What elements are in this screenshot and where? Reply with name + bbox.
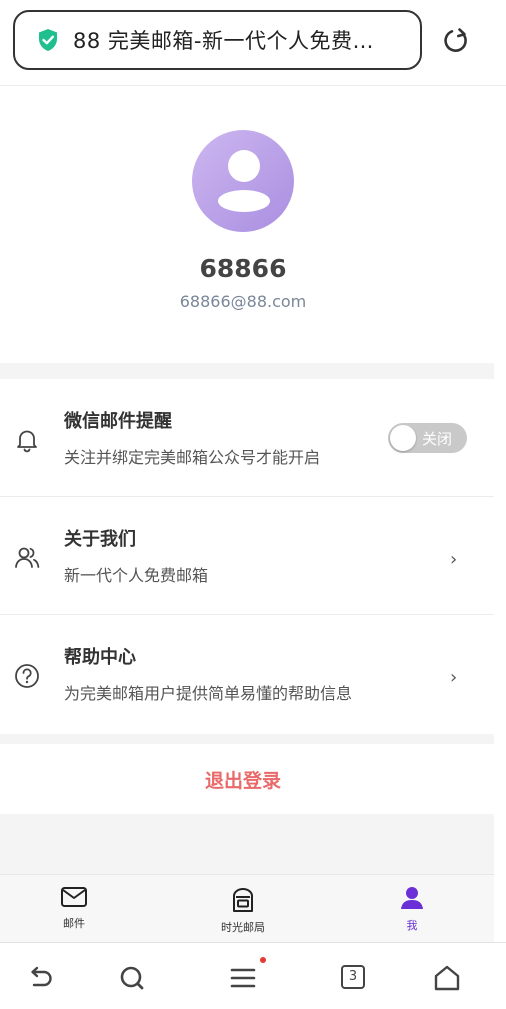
avatar[interactable] — [192, 130, 294, 232]
username: 68866 — [199, 254, 287, 283]
notification-dot — [260, 957, 266, 963]
mailbox-icon — [233, 888, 253, 912]
user-email: 68866@88.com — [179, 292, 307, 311]
profile-section: 68866 68866@88.com — [0, 87, 494, 377]
settings-list: 微信邮件提醒 关注并绑定完美邮箱公众号才能开启 关闭 关于我们 新一代个人免费邮… — [0, 379, 494, 733]
chevron-right-icon: › — [450, 667, 458, 688]
settings-item-title: 微信邮件提醒 — [64, 411, 172, 432]
settings-item-title: 关于我们 — [64, 529, 136, 550]
settings-item-wechat-reminder[interactable]: 微信邮件提醒 关注并绑定完美邮箱公众号才能开启 关闭 — [0, 379, 494, 497]
address-bar[interactable]: 88 完美邮箱-新一代个人免费… — [13, 10, 422, 70]
menu-icon[interactable] — [228, 963, 260, 993]
bell-icon — [17, 430, 37, 453]
reload-icon[interactable] — [441, 26, 471, 56]
browser-top-bar: 88 完美邮箱-新一代个人免费… — [0, 0, 506, 86]
settings-item-desc: 新一代个人免费邮箱 — [64, 566, 209, 585]
empty-area — [0, 814, 494, 874]
settings-item-desc: 关注并绑定完美邮箱公众号才能开启 — [64, 448, 321, 467]
wechat-reminder-toggle[interactable]: 关闭 — [388, 423, 467, 453]
users-icon — [15, 547, 40, 568]
browser-bottom-nav: 3 — [0, 942, 506, 1009]
secure-shield-icon — [39, 29, 57, 51]
settings-item-help-center[interactable]: 帮助中心 为完美邮箱用户提供简单易懂的帮助信息 › — [0, 615, 494, 733]
tab-label: 我 — [406, 919, 418, 932]
tab-label: 邮件 — [63, 917, 85, 930]
settings-item-desc: 为完美邮箱用户提供简单易懂的帮助信息 — [64, 684, 353, 703]
section-divider — [0, 363, 494, 379]
search-icon[interactable] — [116, 963, 148, 993]
avatar-body — [218, 190, 270, 212]
mail-icon — [61, 887, 87, 907]
logout-row: 退出登录 — [0, 744, 494, 814]
section-divider — [0, 734, 494, 744]
tab-mail[interactable]: 邮件 — [34, 885, 114, 931]
settings-item-title: 帮助中心 — [64, 647, 136, 668]
settings-item-about-us[interactable]: 关于我们 新一代个人免费邮箱 › — [0, 497, 494, 615]
page-title-url: 88 完美邮箱-新一代个人免费… — [73, 29, 374, 53]
chevron-right-icon: › — [450, 549, 458, 570]
tab-switcher-button[interactable]: 3 — [341, 965, 365, 989]
tab-label: 时光邮局 — [221, 921, 265, 934]
toggle-label: 关闭 — [422, 430, 453, 448]
user-icon — [401, 887, 423, 909]
back-icon[interactable] — [24, 963, 56, 993]
tab-time-post-office[interactable]: 时光邮局 — [203, 885, 283, 935]
toggle-knob — [390, 425, 416, 451]
tab-me[interactable]: 我 — [372, 885, 452, 933]
app-tab-bar: 邮件 时光邮局 我 — [0, 874, 494, 942]
help-circle-icon — [15, 664, 39, 688]
home-icon[interactable] — [431, 963, 463, 993]
logout-button[interactable]: 退出登录 — [0, 766, 486, 793]
avatar-head — [228, 150, 260, 182]
